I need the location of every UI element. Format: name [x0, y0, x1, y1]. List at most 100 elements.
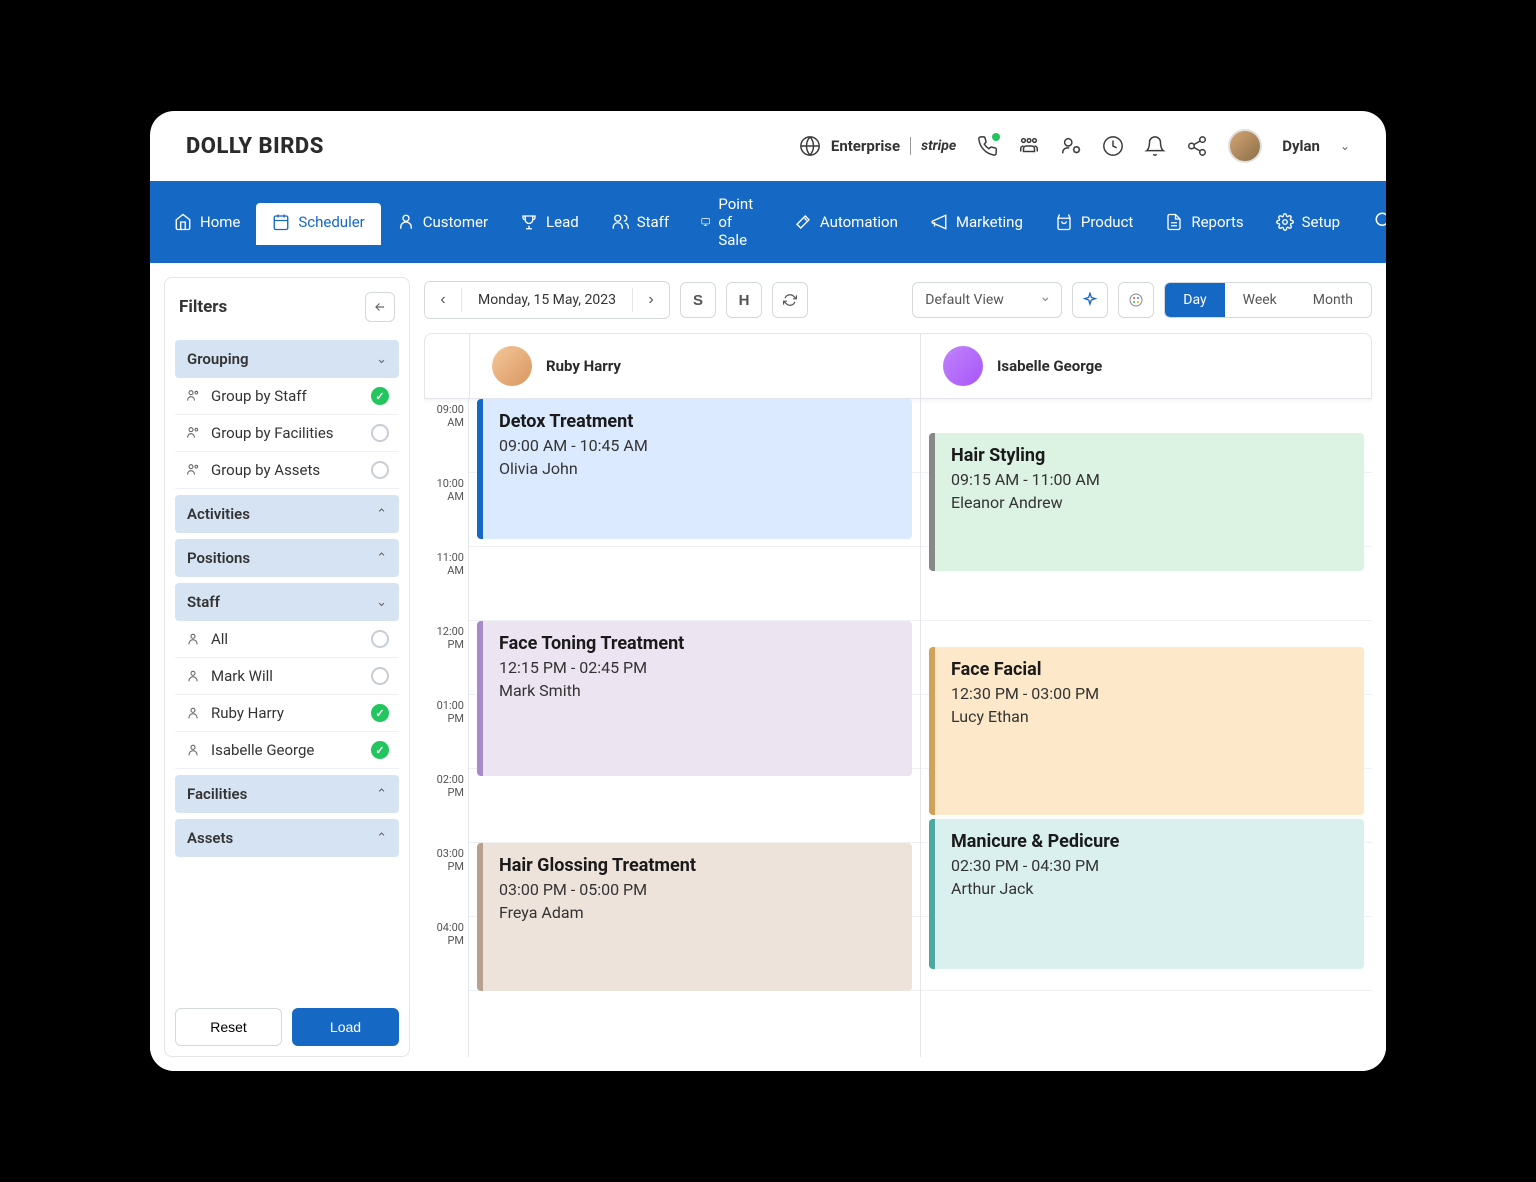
collapse-sidebar-button[interactable] — [365, 292, 395, 322]
chevron-down-icon[interactable]: ⌄ — [1340, 139, 1350, 153]
staff-column-header: Isabelle George — [920, 334, 1371, 398]
next-day-button[interactable]: › — [633, 282, 669, 318]
appointment[interactable]: Manicure & Pedicure02:30 PM - 04:30 PMAr… — [929, 819, 1364, 969]
section-facilities[interactable]: Facilities ⌃ — [175, 775, 399, 813]
nav-lead[interactable]: Lead — [504, 199, 595, 245]
nav-automation[interactable]: Automation — [778, 199, 914, 245]
appointment-time: 09:15 AM - 11:00 AM — [951, 470, 1348, 489]
section-title: Staff — [187, 593, 220, 611]
appointment-title: Hair Glossing Treatment — [499, 855, 896, 876]
palette-button[interactable] — [1118, 282, 1154, 318]
brand-logo: DOLLY BIRDS — [186, 134, 324, 159]
nav-setup[interactable]: Setup — [1260, 199, 1356, 245]
online-dot — [992, 133, 1000, 141]
queue-icon[interactable] — [1018, 135, 1040, 157]
staff-avatar — [492, 346, 532, 386]
globe-icon — [799, 135, 821, 157]
nav-product[interactable]: Product — [1039, 199, 1149, 245]
header-actions: Enterprise stripe Dylan ⌄ — [799, 129, 1350, 163]
section-positions[interactable]: Positions ⌃ — [175, 539, 399, 577]
appointment[interactable]: Hair Styling09:15 AM - 11:00 AMEleanor A… — [929, 433, 1364, 571]
appointment-title: Face Toning Treatment — [499, 633, 896, 654]
calendar-column[interactable]: Detox Treatment09:00 AM - 10:45 AMOlivia… — [468, 399, 920, 1057]
current-date: Monday, 15 May, 2023 — [462, 292, 632, 308]
appointment[interactable]: Hair Glossing Treatment03:00 PM - 05:00 … — [477, 843, 912, 991]
nav-reports[interactable]: Reports — [1149, 199, 1259, 245]
s-button[interactable]: S — [680, 282, 716, 318]
top-header: DOLLY BIRDS Enterprise stripe Dylan ⌄ — [150, 111, 1386, 181]
appointment-client: Mark Smith — [499, 681, 896, 700]
calendar-columns: Detox Treatment09:00 AM - 10:45 AMOlivia… — [468, 399, 1372, 1057]
nav-scheduler[interactable]: Scheduler — [256, 203, 380, 245]
sidebar-header: Filters — [175, 288, 399, 334]
view-select[interactable]: Default View — [912, 282, 1062, 318]
filters-sidebar: Filters Grouping ⌄ Group by StaffGroup b… — [164, 277, 410, 1057]
sparkle-button[interactable] — [1072, 282, 1108, 318]
load-button[interactable]: Load — [292, 1008, 399, 1046]
filter-item[interactable]: Group by Assets — [175, 452, 399, 489]
filter-item[interactable]: Mark Will — [175, 658, 399, 695]
tier-badge: Enterprise stripe — [799, 135, 956, 157]
nav-marketing[interactable]: Marketing — [914, 199, 1039, 245]
view-week[interactable]: Week — [1225, 283, 1295, 317]
chevron-up-icon: ⌃ — [376, 831, 387, 846]
reset-button[interactable]: Reset — [175, 1008, 282, 1046]
calendar-grid: 09:00AM10:00AM11:00AM12:00PM01:00PM02:00… — [424, 399, 1372, 1057]
chevron-up-icon: ⌃ — [376, 551, 387, 566]
scheduler-toolbar: ‹ Monday, 15 May, 2023 › S H Default Vie… — [424, 277, 1372, 333]
appointment[interactable]: Face Toning Treatment 12:15 PM - 02:45 PM… — [477, 621, 912, 776]
staff-name: Isabelle George — [997, 357, 1102, 375]
staff-header-row: Ruby Harry Isabelle George — [424, 333, 1372, 399]
nav-staff[interactable]: Staff — [595, 199, 685, 245]
filter-item[interactable]: All — [175, 621, 399, 658]
section-activities[interactable]: Activities ⌃ — [175, 495, 399, 533]
section-title: Activities — [187, 505, 250, 523]
date-nav: ‹ Monday, 15 May, 2023 › — [424, 281, 670, 319]
refresh-button[interactable] — [772, 282, 808, 318]
workspace: Filters Grouping ⌄ Group by StaffGroup b… — [150, 263, 1386, 1071]
clock-icon[interactable] — [1102, 135, 1124, 157]
share-icon[interactable] — [1186, 135, 1208, 157]
time-label: 01:00PM — [424, 695, 468, 769]
nav-customer[interactable]: Customer — [381, 199, 504, 245]
time-label: 02:00PM — [424, 769, 468, 843]
appointment-time: 02:30 PM - 04:30 PM — [951, 856, 1348, 875]
appointment-client: Freya Adam — [499, 903, 896, 922]
filter-item[interactable]: Group by Staff — [175, 378, 399, 415]
filter-item[interactable]: Ruby Harry — [175, 695, 399, 732]
nav-home[interactable]: Home — [158, 199, 256, 245]
tier-text: Enterprise — [831, 137, 900, 155]
appointment-title: Manicure & Pedicure — [951, 831, 1348, 852]
bell-icon[interactable] — [1144, 135, 1166, 157]
phone-icon[interactable] — [976, 135, 998, 157]
view-day[interactable]: Day — [1165, 283, 1224, 317]
appointment-time: 12:15 PM - 02:45 PM — [499, 658, 896, 677]
filter-item[interactable]: Isabelle George — [175, 732, 399, 769]
appointment-title: Hair Styling — [951, 445, 1348, 466]
staff-avatar — [943, 346, 983, 386]
chevron-down-icon: ⌄ — [376, 352, 387, 367]
payment-provider: stripe — [921, 138, 956, 154]
appointment[interactable]: Face Facial12:30 PM - 03:00 PMLucy Ethan — [929, 647, 1364, 815]
time-gutter: 09:00AM10:00AM11:00AM12:00PM01:00PM02:00… — [424, 399, 468, 1057]
appointment-title: Face Facial — [951, 659, 1348, 680]
h-button[interactable]: H — [726, 282, 762, 318]
appointment-time: 09:00 AM - 10:45 AM — [499, 436, 896, 455]
scheduler-panel: ‹ Monday, 15 May, 2023 › S H Default Vie… — [424, 277, 1372, 1057]
staff-column-header: Ruby Harry — [469, 334, 920, 398]
gutter-head — [425, 334, 469, 398]
user-settings-icon[interactable] — [1060, 135, 1082, 157]
prev-day-button[interactable]: ‹ — [425, 282, 461, 318]
section-assets[interactable]: Assets ⌃ — [175, 819, 399, 857]
appointment-title: Detox Treatment — [499, 411, 896, 432]
nav-search[interactable] — [1356, 197, 1386, 247]
appointment[interactable]: Detox Treatment09:00 AM - 10:45 AMOlivia… — [477, 399, 912, 539]
section-grouping[interactable]: Grouping ⌄ — [175, 340, 399, 378]
calendar-column[interactable]: Hair Styling09:15 AM - 11:00 AMEleanor A… — [920, 399, 1372, 1057]
filter-item[interactable]: Group by Facilities — [175, 415, 399, 452]
divider — [910, 137, 911, 155]
view-month[interactable]: Month — [1295, 283, 1371, 317]
nav-point-of-sale[interactable]: Point of Sale — [685, 181, 778, 263]
user-avatar[interactable] — [1228, 129, 1262, 163]
section-staff[interactable]: Staff ⌄ — [175, 583, 399, 621]
